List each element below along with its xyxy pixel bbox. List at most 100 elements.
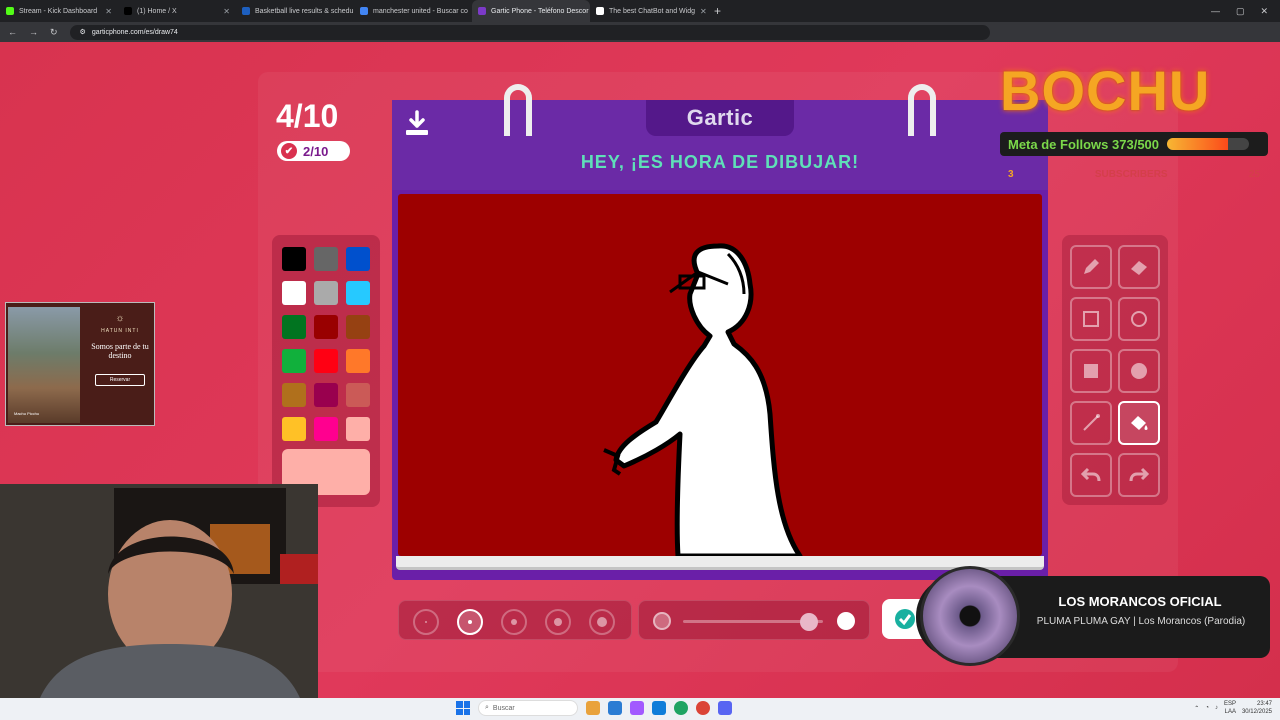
language-indicator[interactable]: ESP LAA bbox=[1224, 700, 1236, 716]
color-swatch[interactable] bbox=[346, 349, 370, 373]
minimize-button[interactable]: — bbox=[1211, 6, 1220, 17]
url-field[interactable]: ⚙ garticphone.com/es/draw74 bbox=[69, 24, 990, 40]
tab-close-icon[interactable]: ✕ bbox=[223, 7, 230, 16]
browser-tab[interactable]: Stream - Kick Dashboard ✕ bbox=[0, 0, 118, 22]
line-tool-button[interactable] bbox=[1070, 401, 1112, 445]
ad-image bbox=[8, 307, 80, 423]
undo-tool-button[interactable] bbox=[1070, 453, 1112, 497]
clock[interactable]: 23:47 30/12/2025 bbox=[1242, 700, 1272, 716]
volume-icon[interactable]: ♪ bbox=[1215, 705, 1218, 711]
edge-icon[interactable] bbox=[674, 701, 688, 715]
drawing-canvas[interactable] bbox=[398, 194, 1042, 556]
brush-size-option[interactable] bbox=[545, 609, 571, 635]
players-done-count: 2/10 bbox=[303, 143, 329, 159]
round-counter: 4/10 bbox=[276, 98, 339, 134]
tab-title: Basketball live results & schedu bbox=[255, 7, 354, 15]
color-swatch[interactable] bbox=[346, 247, 370, 271]
color-swatch[interactable] bbox=[282, 383, 306, 407]
undo-icon bbox=[1080, 467, 1101, 482]
brush-size-option[interactable] bbox=[457, 609, 483, 635]
download-icon[interactable] bbox=[404, 110, 430, 138]
color-swatch[interactable] bbox=[346, 281, 370, 305]
tab-title: (1) Home / X bbox=[137, 7, 177, 15]
color-swatch[interactable] bbox=[314, 383, 338, 407]
rectangle-outline-tool-button[interactable] bbox=[1070, 297, 1112, 341]
lang-code: ESP bbox=[1223, 701, 1236, 707]
browser-tab[interactable]: The best ChatBot and Widg ✕ bbox=[590, 0, 708, 22]
color-palette bbox=[272, 235, 380, 507]
chrome-icon[interactable] bbox=[696, 701, 710, 715]
color-swatch[interactable] bbox=[346, 383, 370, 407]
browser-tab[interactable]: (1) Home / X ✕ bbox=[118, 0, 236, 22]
subscribers-label: SUBSCRIBERS bbox=[1094, 168, 1168, 180]
ellipse-outline-tool-button[interactable] bbox=[1118, 297, 1160, 341]
redo-tool-button[interactable] bbox=[1118, 453, 1160, 497]
opacity-high-icon bbox=[837, 612, 855, 630]
eraser-icon bbox=[1131, 261, 1147, 275]
color-swatch[interactable] bbox=[314, 247, 338, 271]
tab-title: Stream - Kick Dashboard bbox=[19, 7, 98, 15]
browser-tab[interactable]: Gartic Phone - Teléfono Descor✕ bbox=[472, 0, 590, 22]
color-swatch[interactable] bbox=[314, 315, 338, 339]
players-done-badge: ✔ 2/10 bbox=[277, 141, 350, 161]
ellipse-filled-tool-button[interactable] bbox=[1118, 349, 1160, 393]
color-swatch[interactable] bbox=[346, 315, 370, 339]
drawing-notebook: Gartic HEY, ¡ES HORA DE DIBUJAR! bbox=[392, 84, 1048, 580]
eraser-tool-button[interactable] bbox=[1118, 245, 1160, 289]
pencil-tool-button[interactable] bbox=[1070, 245, 1112, 289]
forward-icon[interactable]: → bbox=[29, 27, 38, 37]
subscribers-count: 25 bbox=[1248, 168, 1260, 180]
channel-logo: BOCHU bbox=[1000, 59, 1262, 122]
color-swatch[interactable] bbox=[282, 417, 306, 441]
now-playing-song: PLUMA PLUMA GAY | Los Morancos (Parodia) bbox=[1036, 616, 1246, 627]
bucket-fill-tool-button[interactable] bbox=[1118, 401, 1160, 445]
rectangle-filled-tool-button[interactable] bbox=[1070, 349, 1112, 393]
browser-tab[interactable]: manchester united - Buscar co✕ bbox=[354, 0, 472, 22]
outlook-icon[interactable] bbox=[652, 701, 666, 715]
ad-brand: HATUN INTI bbox=[101, 328, 139, 334]
wifi-icon[interactable]: ◔ bbox=[1205, 705, 1209, 711]
discord-icon[interactable] bbox=[718, 701, 732, 715]
color-swatch[interactable] bbox=[314, 281, 338, 305]
browser-tab[interactable]: Basketball live results & schedu✕ bbox=[236, 0, 354, 22]
opacity-handle[interactable] bbox=[800, 613, 818, 631]
color-swatch[interactable] bbox=[282, 349, 306, 373]
drawing-figure bbox=[603, 243, 803, 556]
draw-prompt-heading: HEY, ¡ES HORA DE DIBUJAR! bbox=[580, 152, 860, 172]
chevron-up-icon[interactable]: ⌃ bbox=[1194, 705, 1199, 712]
pencil-icon bbox=[1084, 259, 1099, 274]
file-explorer-icon[interactable] bbox=[586, 701, 600, 715]
back-icon[interactable]: ← bbox=[8, 27, 17, 37]
color-swatch[interactable] bbox=[346, 417, 370, 441]
tab-favicon-icon bbox=[6, 7, 14, 15]
new-tab-button[interactable]: + bbox=[714, 4, 721, 18]
color-swatch[interactable] bbox=[282, 281, 306, 305]
reload-icon[interactable]: ↻ bbox=[50, 27, 58, 38]
line-icon bbox=[1083, 414, 1100, 431]
ellipse-outline-icon bbox=[1131, 311, 1147, 327]
app-icon[interactable] bbox=[630, 701, 644, 715]
advertisement[interactable]: ☼ HATUN INTI Somos parte de tu destino R… bbox=[5, 302, 155, 426]
url-text: garticphone.com/es/draw74 bbox=[91, 28, 178, 36]
now-playing-artist: LOS MORANCOS OFICIAL bbox=[1058, 594, 1222, 609]
color-swatch[interactable] bbox=[314, 417, 338, 441]
opacity-slider[interactable] bbox=[638, 600, 870, 640]
ad-reserve-button[interactable]: Reservar bbox=[95, 374, 145, 386]
store-icon[interactable] bbox=[608, 701, 622, 715]
tab-close-icon[interactable]: ✕ bbox=[105, 7, 112, 16]
maximize-button[interactable]: ▢ bbox=[1236, 6, 1245, 17]
taskbar-search[interactable]: ⌕ Buscar bbox=[478, 700, 578, 716]
color-swatch[interactable] bbox=[282, 247, 306, 271]
color-swatch[interactable] bbox=[314, 349, 338, 373]
brush-size-option[interactable] bbox=[413, 609, 439, 635]
windows-start-icon[interactable] bbox=[456, 701, 470, 715]
site-info-icon[interactable]: ⚙ bbox=[80, 28, 86, 36]
notebook-header: Gartic HEY, ¡ES HORA DE DIBUJAR! bbox=[392, 84, 1048, 190]
color-swatch[interactable] bbox=[282, 315, 306, 339]
brush-size-option[interactable] bbox=[501, 609, 527, 635]
tab-close-icon[interactable]: ✕ bbox=[700, 7, 707, 16]
close-window-button[interactable]: ✕ bbox=[1260, 6, 1268, 17]
brush-size-option[interactable] bbox=[589, 609, 615, 635]
webcam-feed bbox=[0, 484, 318, 698]
tab-title: Gartic Phone - Teléfono Descor bbox=[491, 7, 589, 15]
